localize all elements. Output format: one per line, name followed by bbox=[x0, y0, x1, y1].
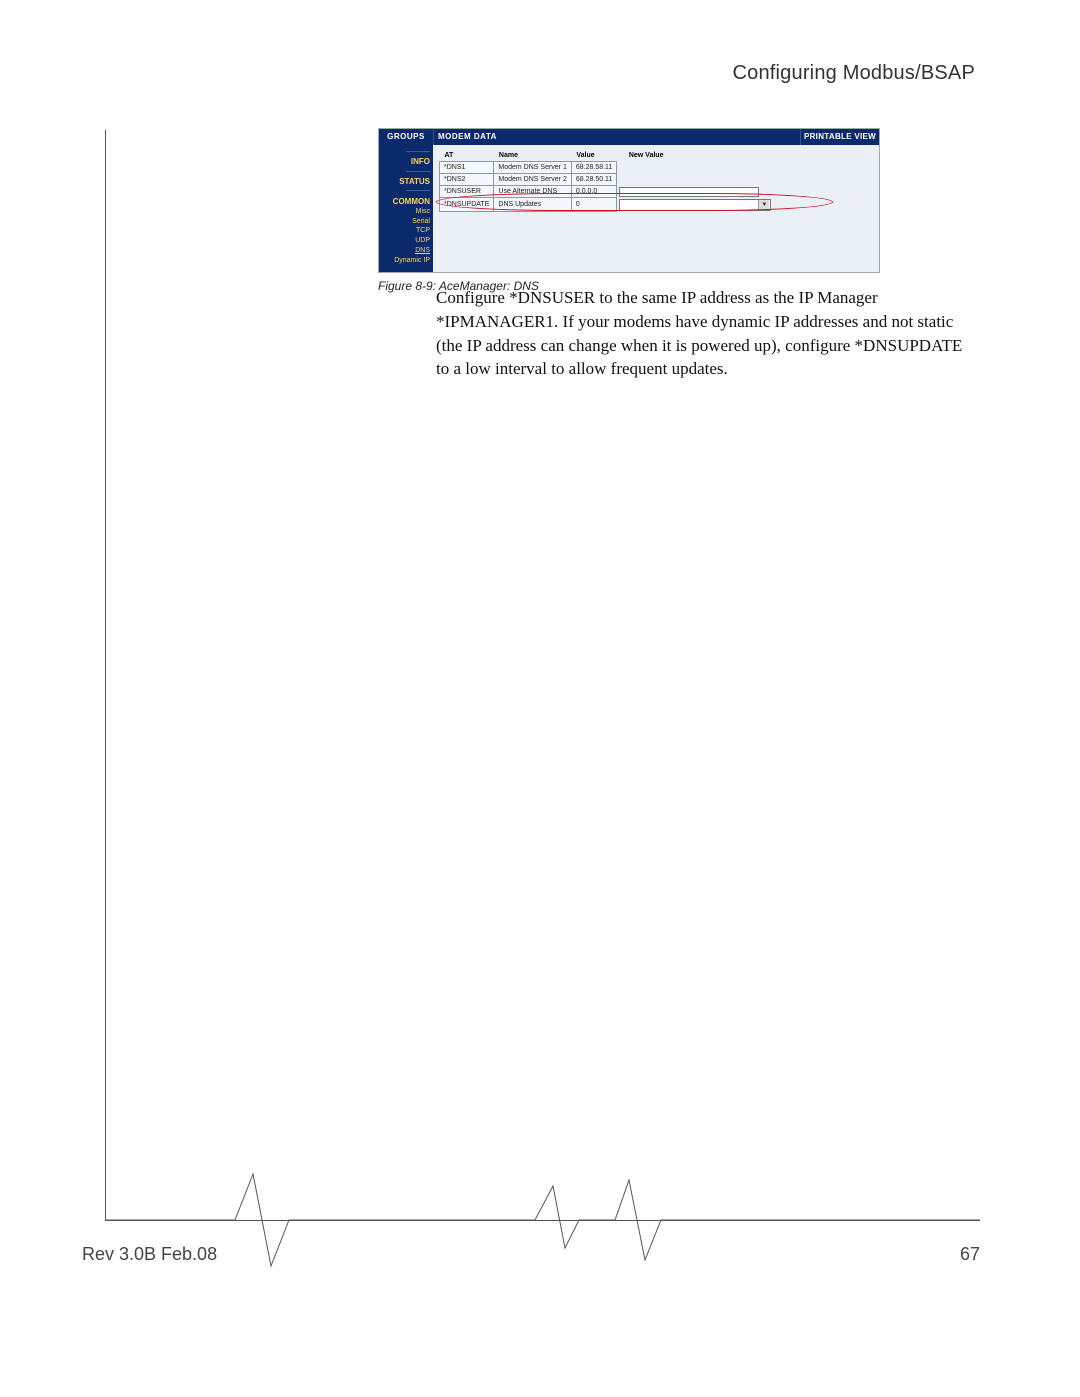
dnsuser-input[interactable] bbox=[619, 187, 759, 197]
titlebar-groups[interactable]: GROUPS bbox=[379, 129, 434, 145]
body-paragraph: Configure *DNSUSER to the same IP addres… bbox=[436, 286, 978, 381]
cell-at: *DNS1 bbox=[440, 162, 494, 174]
table-row: *DNS1 Modem DNS Server 1 68.28.58.11 bbox=[440, 162, 774, 174]
sidebar-item-serial[interactable]: Serial bbox=[382, 217, 430, 227]
sidebar-common[interactable]: COMMON bbox=[382, 196, 430, 207]
col-name: Name bbox=[494, 150, 571, 162]
cell-value: 68.28.58.11 bbox=[571, 162, 616, 174]
table-row: *DNS2 Modem DNS Server 2 68.28.50.11 bbox=[440, 174, 774, 186]
sidebar-item-udp[interactable]: UDP bbox=[382, 236, 430, 246]
cell-new-value bbox=[617, 198, 774, 212]
frame-vertical-rule bbox=[105, 130, 106, 1220]
col-at: AT bbox=[440, 150, 494, 162]
page-header-title: Configuring Modbus/BSAP bbox=[732, 62, 975, 85]
col-new-value: New Value bbox=[617, 150, 774, 162]
sidebar-item-misc[interactable]: Misc bbox=[382, 207, 430, 217]
titlebar: GROUPS MODEM DATA PRINTABLE VIEW bbox=[379, 129, 879, 145]
sidebar-status[interactable]: STATUS bbox=[382, 176, 430, 187]
sidebar-separator: ---------------- bbox=[382, 187, 430, 195]
table-row: *DNSUPDATE DNS Updates 0 bbox=[440, 198, 774, 212]
acemanager-app: GROUPS MODEM DATA PRINTABLE VIEW -------… bbox=[378, 128, 880, 273]
cell-at: *DNS2 bbox=[440, 174, 494, 186]
cell-at: *DNSUSER bbox=[440, 186, 494, 198]
sidebar: ---------------- INFO ---------------- S… bbox=[379, 145, 433, 272]
sidebar-separator: ---------------- bbox=[382, 168, 430, 176]
cell-name: DNS Updates bbox=[494, 198, 571, 212]
cell-value: 68.28.50.11 bbox=[571, 174, 616, 186]
dns-table: AT Name Value New Value *DNS1 Modem DNS … bbox=[439, 150, 774, 212]
titlebar-modem-data: MODEM DATA bbox=[434, 129, 800, 145]
cell-value: 0.0.0.0 bbox=[571, 186, 616, 198]
sidebar-item-dns[interactable]: DNS bbox=[382, 246, 430, 256]
acemanager-figure: GROUPS MODEM DATA PRINTABLE VIEW -------… bbox=[378, 128, 878, 293]
cell-at: *DNSUPDATE bbox=[440, 198, 494, 212]
sidebar-info[interactable]: INFO bbox=[382, 156, 430, 167]
cell-name: Modem DNS Server 1 bbox=[494, 162, 571, 174]
table-header-row: AT Name Value New Value bbox=[440, 150, 774, 162]
titlebar-printable-view[interactable]: PRINTABLE VIEW bbox=[800, 129, 879, 145]
cell-name: Modem DNS Server 2 bbox=[494, 174, 571, 186]
dnsupdate-select[interactable] bbox=[619, 199, 771, 211]
sidebar-item-tcp[interactable]: TCP bbox=[382, 226, 430, 236]
cell-new-value bbox=[617, 186, 774, 198]
table-row: *DNSUSER Use Alternate DNS 0.0.0.0 bbox=[440, 186, 774, 198]
cell-name: Use Alternate DNS bbox=[494, 186, 571, 198]
cell-value: 0 bbox=[571, 198, 616, 212]
content-panel: AT Name Value New Value *DNS1 Modem DNS … bbox=[433, 145, 879, 272]
heartbeat-decoration bbox=[105, 1166, 980, 1276]
sidebar-item-dynamic-ip[interactable]: Dynamic IP bbox=[382, 256, 430, 266]
sidebar-separator: ---------------- bbox=[382, 148, 430, 156]
col-value: Value bbox=[571, 150, 616, 162]
